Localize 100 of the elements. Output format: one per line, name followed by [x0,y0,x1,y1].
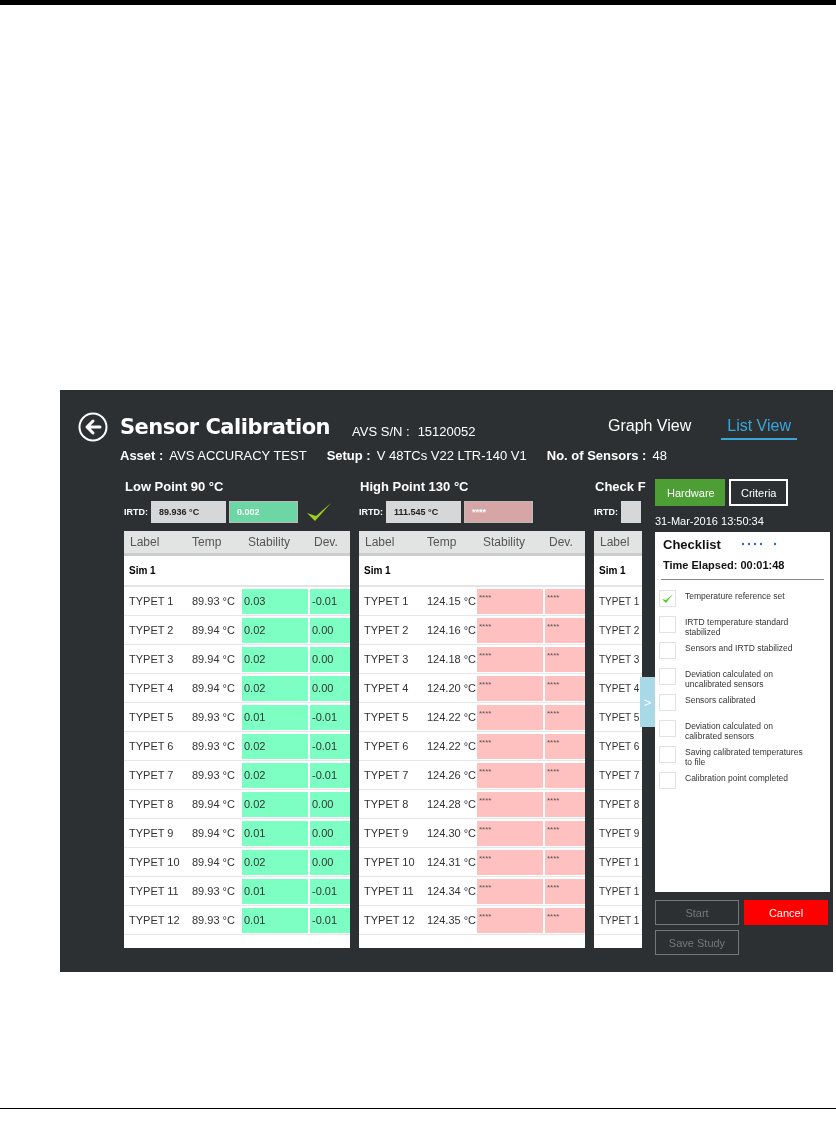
mode-button[interactable]: Criteria [729,479,789,506]
temp-cell-text: 124.22 °C [426,740,477,752]
sensor-label: TYPET 1 [598,914,641,926]
temp-cell-text: 89.93 °C [191,769,236,781]
stability-value: **** [464,501,533,523]
deviation-cell: **** [545,820,585,846]
column-header: Label [364,535,396,549]
sensor-label: TYPET 6 [128,740,175,752]
column-header: Label [599,535,631,549]
stability-cell: **** [477,878,543,904]
temp-cell-text: 124.31 °C [426,856,477,868]
sensor-label: TYPET 12 [128,914,181,926]
deviation-cell: -0.01 [310,704,350,730]
serial-label: AVS S/N : [352,423,410,439]
deviation-cell: 0.00 [310,849,350,875]
checkbox[interactable] [659,642,676,659]
group-label: Sim 1 [129,565,156,576]
deviation-cell: -0.01 [310,878,350,904]
checklist-title: Checklist [663,536,721,552]
info-value: 48 [652,448,667,463]
temp-cell-text: 89.94 °C [191,624,236,636]
deviation-cell: -0.01 [310,762,350,788]
serial-value: 15120052 [417,423,476,439]
stability-cell: 0.01 [242,878,308,904]
stability-cell: 0.01 [242,704,308,730]
sensor-label: TYPET 2 [598,624,641,636]
view-tab[interactable]: Graph View [607,414,692,440]
temp-cell-text: 124.22 °C [426,711,477,723]
sensor-label: TYPET 1 [598,885,641,897]
stability-cell: **** [477,646,543,672]
temp-cell-text: 89.94 °C [191,856,236,868]
deviation-cell: 0.00 [310,791,350,817]
column-header: Temp [426,535,458,549]
deviation-cell: **** [545,704,585,730]
sensor-label: TYPET 9 [598,827,641,839]
sensor-label: TYPET 8 [128,798,175,810]
checkbox[interactable] [659,772,676,789]
view-tab[interactable]: List View [721,414,797,440]
deviation-cell: **** [545,617,585,643]
sensor-label: TYPET 2 [128,624,175,636]
checklist-item: Temperature reference set [685,590,786,601]
stability-cell: 0.02 [242,733,308,759]
deviation-cell: 0.00 [310,820,350,846]
deviation-cell: **** [545,646,585,672]
checkbox[interactable] [659,590,676,607]
checklist-item: Sensors calibrated [685,694,757,705]
deviation-cell: **** [545,675,585,701]
checkbox[interactable] [659,746,676,763]
deviation-cell: -0.01 [310,733,350,759]
temp-cell-text: 124.30 °C [426,827,477,839]
sensor-label: TYPET 7 [363,769,410,781]
temp-cell-text: 124.28 °C [426,798,477,810]
info-value: AVS ACCURACY TEST [169,448,307,463]
stability-cell: **** [477,704,543,730]
irtd-label: IRTD: [124,507,148,517]
deviation-cell: **** [545,791,585,817]
back-icon[interactable] [78,412,108,442]
irtd-value: 111.545 °C [386,501,461,523]
checkbox[interactable] [659,694,676,711]
sensor-label: TYPET 2 [363,624,410,636]
sensor-label: TYPET 4 [598,682,641,694]
sensor-label: TYPET 10 [363,856,416,868]
action-button[interactable]: Cancel [744,900,828,925]
sensor-label: TYPET 9 [128,827,175,839]
sensor-label: TYPET 1 [598,856,641,868]
column-header: Dev. [313,535,339,549]
temp-cell-text: 124.34 °C [426,885,477,897]
sensor-label: TYPET 1 [363,595,410,607]
sensor-label: TYPET 6 [598,740,641,752]
sensor-label: TYPET 4 [363,682,410,694]
checkbox[interactable] [659,720,676,737]
mode-button[interactable]: Hardware [655,479,725,506]
temp-cell-text: 124.20 °C [426,682,477,694]
sensor-label: TYPET 10 [128,856,181,868]
sensor-label: TYPET 5 [128,711,175,723]
checklist-item: IRTD temperature standard stabilized [685,616,790,637]
temp-cell-text: 124.18 °C [426,653,477,665]
temp-cell-text: 89.93 °C [191,740,236,752]
irtd-value: 89.936 °C [151,501,226,523]
sensor-label: TYPET 3 [363,653,410,665]
sensor-label: TYPET 8 [598,798,641,810]
deviation-cell: **** [545,588,585,614]
sensor-label: TYPET 9 [363,827,410,839]
sensor-label: TYPET 7 [128,769,175,781]
checkbox[interactable] [659,616,676,633]
sensor-label: TYPET 3 [128,653,175,665]
irtd-label: IRTD: [594,507,618,517]
stability-cell: 0.03 [242,588,308,614]
column-header: Label [129,535,161,549]
temp-cell-text: 89.94 °C [191,827,236,839]
stability-cell: **** [477,617,543,643]
temp-cell-text: 89.93 °C [191,885,236,897]
temp-cell-text: 124.26 °C [426,769,477,781]
stability-cell: **** [477,820,543,846]
checklist-item: Deviation calculated on calibrated sensors [685,720,774,741]
sensor-label: TYPET 3 [598,653,641,665]
deviation-cell: 0.00 [310,646,350,672]
stability-cell: **** [477,675,543,701]
info-value: V 48TCs V22 LTR-140 V1 [376,448,527,463]
checkbox[interactable] [659,668,676,685]
